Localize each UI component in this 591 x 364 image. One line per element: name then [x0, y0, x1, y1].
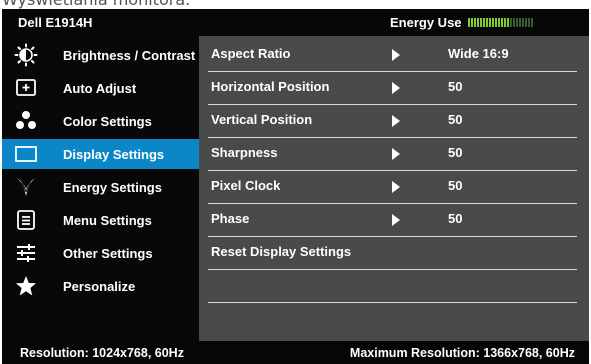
energy-meter-segment: [477, 18, 479, 27]
energy-meter-segment: [480, 18, 482, 27]
menu-settings-icon: [13, 208, 39, 232]
sidebar-item-label: Auto Adjust: [63, 80, 137, 96]
arrow-right-icon: [392, 115, 400, 127]
energy-meter-segment: [528, 18, 530, 27]
energy-meter-segment: [522, 18, 524, 27]
energy-meter-segment: [507, 18, 509, 27]
row-label: Vertical Position: [211, 112, 313, 127]
energy-leaf-icon: [13, 175, 39, 199]
row-value: 50: [448, 79, 463, 94]
sidebar-item-label: Display Settings: [63, 146, 165, 162]
energy-meter-segment: [510, 18, 512, 27]
row-value: 50: [448, 145, 463, 160]
maximum-resolution: Maximum Resolution: 1366x768, 60Hz: [349, 346, 575, 360]
sidebar-item-label: Brightness / Contrast: [63, 47, 196, 63]
sidebar-item-label: Personalize: [63, 278, 136, 294]
sidebar-item-label: Other Settings: [63, 245, 153, 261]
current-resolution: Resolution: 1024x768, 60Hz: [20, 346, 184, 360]
sidebar-item-brightness-contrast[interactable]: Brightness / Contrast: [2, 40, 199, 70]
phase-row[interactable]: Phase 50: [208, 203, 577, 237]
aspect-ratio-row[interactable]: Aspect Ratio Wide 16:9: [208, 38, 577, 72]
empty-row: [208, 269, 577, 303]
arrow-right-icon: [392, 181, 400, 193]
brightness-icon: [13, 43, 39, 67]
row-value: Wide 16:9: [448, 46, 509, 61]
display-settings-panel: Aspect Ratio Wide 16:9 Horizontal Positi…: [199, 36, 589, 341]
energy-meter-segment: [492, 18, 494, 27]
sharpness-row[interactable]: Sharpness 50: [208, 137, 577, 171]
energy-meter-segment: [474, 18, 476, 27]
main-menu-sidebar: Brightness / Contrast Auto Adjust Color …: [2, 36, 199, 341]
arrow-right-icon: [392, 49, 400, 61]
other-settings-icon: [13, 241, 39, 265]
monitor-model: Dell E1914H: [18, 15, 93, 30]
sidebar-item-personalize[interactable]: Personalize: [2, 271, 199, 301]
energy-meter-segment: [471, 18, 473, 27]
sidebar-item-label: Energy Settings: [63, 179, 162, 195]
energy-meter-segment: [516, 18, 518, 27]
energy-meter-segment: [483, 18, 485, 27]
pixel-clock-row[interactable]: Pixel Clock 50: [208, 170, 577, 204]
arrow-right-icon: [392, 148, 400, 160]
row-label: Aspect Ratio: [211, 46, 291, 61]
vertical-position-row[interactable]: Vertical Position 50: [208, 104, 577, 138]
auto-adjust-icon: [13, 76, 39, 100]
reset-display-settings-row[interactable]: Reset Display Settings: [208, 236, 577, 270]
row-label: Horizontal Position: [211, 79, 330, 94]
row-value: 50: [448, 178, 463, 193]
sidebar-item-menu-settings[interactable]: Menu Settings: [2, 205, 199, 235]
page-header-fragment: Wyświetlania monitora.: [0, 0, 591, 9]
energy-meter-segment: [489, 18, 491, 27]
energy-meter-segment: [519, 18, 521, 27]
energy-meter-segment: [531, 18, 533, 27]
energy-meter-segment: [501, 18, 503, 27]
energy-meter-segment: [468, 18, 470, 27]
energy-use-meter: [468, 18, 536, 27]
arrow-right-icon: [392, 214, 400, 226]
energy-use-label: Energy Use: [390, 15, 462, 30]
row-value: 50: [448, 211, 463, 226]
display-settings-icon: [13, 142, 39, 166]
sidebar-item-auto-adjust[interactable]: Auto Adjust: [2, 73, 199, 103]
sidebar-item-display-settings[interactable]: Display Settings: [2, 139, 199, 169]
sidebar-item-label: Menu Settings: [63, 212, 152, 228]
energy-meter-segment: [498, 18, 500, 27]
energy-meter-segment: [495, 18, 497, 27]
star-icon: [13, 274, 39, 298]
sidebar-item-label: Color Settings: [63, 113, 152, 129]
energy-meter-segment: [525, 18, 527, 27]
energy-meter-segment: [486, 18, 488, 27]
osd-title-bar: Dell E1914H Energy Use: [2, 9, 589, 36]
row-label: Pixel Clock: [211, 178, 281, 193]
horizontal-position-row[interactable]: Horizontal Position 50: [208, 71, 577, 105]
row-value: 50: [448, 112, 463, 127]
arrow-right-icon: [392, 82, 400, 94]
row-label: Reset Display Settings: [211, 244, 352, 259]
monitor-osd-menu: Dell E1914H Energy Use Brightness / Cont…: [2, 9, 589, 364]
osd-status-bar: Resolution: 1024x768, 60Hz Maximum Resol…: [2, 341, 589, 364]
energy-meter-segment: [513, 18, 515, 27]
energy-meter-segment: [504, 18, 506, 27]
color-settings-icon: [13, 109, 39, 133]
sidebar-item-color-settings[interactable]: Color Settings: [2, 106, 199, 136]
row-label: Phase: [211, 211, 250, 226]
sidebar-item-energy-settings[interactable]: Energy Settings: [2, 172, 199, 202]
sidebar-item-other-settings[interactable]: Other Settings: [2, 238, 199, 268]
row-label: Sharpness: [211, 145, 278, 160]
